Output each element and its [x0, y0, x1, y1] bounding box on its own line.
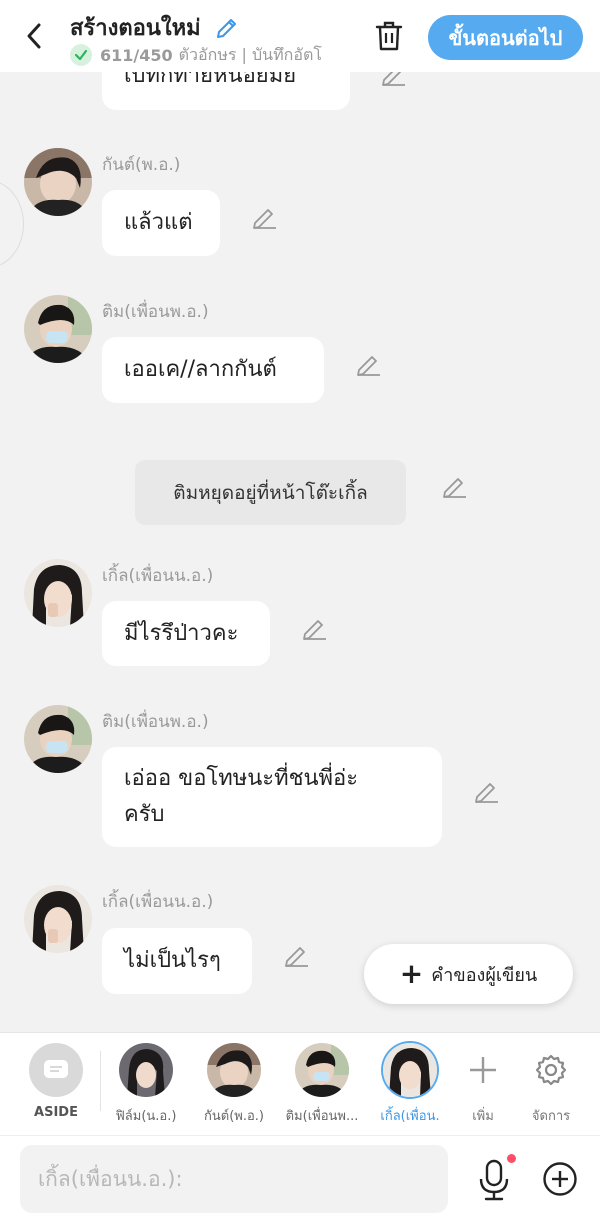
aside-button[interactable]: ASIDE [11, 1043, 101, 1120]
gear-icon [524, 1043, 578, 1097]
edit-title-icon[interactable] [214, 12, 242, 40]
avatar[interactable] [24, 148, 92, 216]
top-bar: สร้างตอนใหม่ 611/450 ตัวอักษร | บันทึกอั… [0, 0, 600, 72]
save-status: 611/450 ตัวอักษร | บันทึกอัตโ [70, 43, 350, 67]
narration-text: ติมหยุดอยู่ที่หน้าโต๊ะเกิ้ล [173, 481, 368, 504]
character-label: ฟิล์ม(น.อ.) [115, 1109, 177, 1124]
message-text-line2: ครับ [124, 802, 165, 827]
next-step-button[interactable]: ขั้นตอนต่อไป [428, 15, 583, 60]
status-text: ตัวอักษร | บันทึกอัตโ [178, 44, 322, 64]
speaker-name: ติม(เพื่อนพ.อ.) [102, 712, 209, 732]
plus-icon [456, 1043, 510, 1097]
writer-note-label: คำของผู้เขียน [431, 964, 538, 986]
message-bubble[interactable]: ไม่เป็นไรๆ [102, 928, 252, 994]
edit-pencil-icon[interactable] [281, 939, 311, 969]
avatar [295, 1043, 349, 1097]
notification-dot [507, 1154, 516, 1163]
message-text: ไม่เป็นไรๆ [124, 948, 221, 973]
speaker-name: เกิ้ล(เพื่อนน.อ.) [102, 566, 214, 586]
avatar [383, 1043, 437, 1097]
edit-pencil-icon[interactable] [299, 612, 329, 642]
avatar [207, 1043, 261, 1097]
message-bubble[interactable]: เอ่ออ ขอโทษนะที่ชนพี่อ่ะ ครับ [102, 747, 442, 847]
message-text: เออเค//ลากกันต์ [124, 357, 277, 382]
add-circle-icon[interactable] [542, 1161, 578, 1197]
speaker-name: ติม(เพื่อนพ.อ.) [102, 302, 209, 322]
edit-pencil-icon[interactable] [353, 348, 383, 378]
avatar[interactable] [24, 559, 92, 627]
character-item[interactable]: กันต์(พ.อ.) [189, 1043, 279, 1126]
manage-characters-button[interactable]: จัดการ [506, 1043, 596, 1126]
writer-note-button[interactable]: + คำของผู้เขียน [364, 944, 573, 1004]
avatar[interactable] [24, 295, 92, 363]
back-button[interactable] [18, 18, 50, 54]
message-bubble[interactable]: แล้วแต่ [102, 190, 220, 256]
avatar [119, 1043, 173, 1097]
aside-label: ASIDE [34, 1105, 78, 1120]
narration-bubble[interactable]: ติมหยุดอยู่ที่หน้าโต๊ะเกิ้ล [135, 460, 406, 525]
edit-pencil-icon[interactable] [249, 201, 279, 231]
char-count: 611/450 [100, 45, 173, 65]
composer-bar: เกิ้ล(เพื่อนน.อ.): [0, 1135, 600, 1220]
message-text: มีไรรึป่าวคะ [124, 620, 239, 646]
chat-area: เบทกทายหนอยมย กันต์(พ.อ.) แล้วแต่ ติม(เพ… [0, 0, 600, 1032]
speaker-name: เกิ้ล(เพื่อนน.อ.) [102, 892, 214, 912]
character-item[interactable]: ติม(เพื่อนพ... [277, 1043, 367, 1126]
microphone-icon[interactable] [476, 1158, 512, 1202]
aside-icon [29, 1043, 83, 1097]
edit-pencil-icon[interactable] [439, 470, 469, 500]
message-input[interactable]: เกิ้ล(เพื่อนน.อ.): [20, 1145, 448, 1213]
side-handle[interactable] [0, 180, 24, 268]
character-item[interactable]: ฟิล์ม(น.อ.) [101, 1043, 191, 1126]
edit-pencil-icon[interactable] [471, 775, 501, 805]
trash-icon [375, 21, 403, 51]
message-bubble[interactable]: เออเค//ลากกันต์ [102, 337, 324, 403]
plus-icon: + [399, 957, 424, 990]
character-label: กันต์(พ.อ.) [204, 1109, 264, 1124]
delete-button[interactable] [372, 18, 406, 54]
chevron-left-icon [27, 23, 41, 49]
avatar[interactable] [24, 885, 92, 953]
message-bubble[interactable]: มีไรรึป่าวคะ [102, 601, 270, 666]
character-bar: ASIDE ฟิล์ม(น.อ.) กันต์(พ.อ.) ติม(เพื่อน… [0, 1032, 600, 1135]
page-title: สร้างตอนใหม่ [70, 16, 201, 41]
manage-label: จัดการ [531, 1109, 571, 1124]
message-text: แล้วแต่ [124, 210, 193, 235]
character-label: ติม(เพื่อนพ... [285, 1109, 359, 1124]
speaker-name: กันต์(พ.อ.) [102, 155, 181, 175]
avatar[interactable] [24, 705, 92, 773]
check-icon [70, 44, 92, 66]
message-text-line1: เอ่ออ ขอโทษนะที่ชนพี่อ่ะ [124, 766, 359, 791]
